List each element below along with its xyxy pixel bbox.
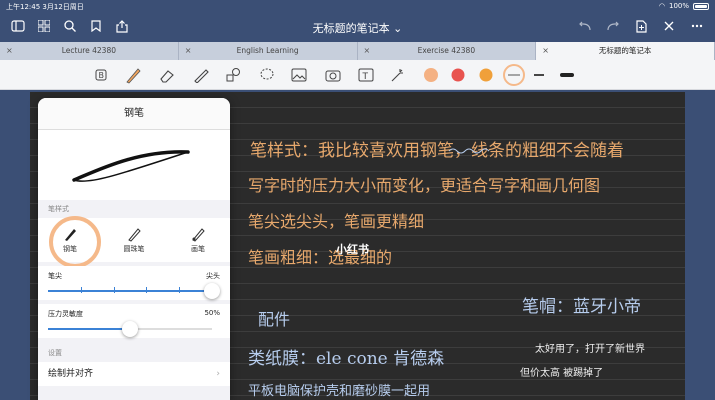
lasso-icon[interactable]	[258, 66, 276, 84]
note-line-4: 笔画粗细：选最细的	[248, 248, 393, 267]
panel-title: 钢笔	[38, 98, 230, 130]
close-icon[interactable]: ×	[6, 42, 13, 60]
close-icon[interactable]	[661, 18, 677, 34]
tab-lecture[interactable]: × Lecture 42380	[0, 42, 179, 60]
style-ballpoint-pen[interactable]: 圆珠笔	[111, 226, 157, 254]
style-brush-pen[interactable]: 画笔	[175, 226, 221, 254]
tab-english[interactable]: × English Learning	[179, 42, 358, 60]
color-swatch-peach[interactable]	[422, 66, 440, 84]
pressure-label: 压力灵敏度	[48, 310, 83, 318]
side-note-2: 但价太高 被踢掉了	[520, 368, 604, 379]
close-icon[interactable]: ×	[364, 42, 371, 60]
wifi-icon: ◠	[658, 2, 665, 10]
note-line-2: 写字时的压力大小而变化，更适合写字和画几何图	[248, 176, 601, 195]
accessories-label: 配件	[258, 310, 291, 329]
highlighter-icon[interactable]	[192, 66, 210, 84]
pressure-value: 50%	[204, 309, 220, 317]
color-swatch-orange[interactable]	[477, 66, 495, 84]
read-mode-icon[interactable]: B	[92, 66, 110, 84]
brush-pen-icon	[192, 228, 205, 242]
note-line-3: 笔尖选尖头，笔画更精细	[248, 212, 425, 231]
color-swatch-red[interactable]	[449, 66, 467, 84]
pressure-slider-row: 压力灵敏度 50%	[38, 304, 230, 338]
side-note-1: 太好用了，打开了新世界	[535, 344, 645, 355]
stroke-width-medium[interactable]	[530, 66, 548, 84]
style-fountain-pen[interactable]: 钢笔	[47, 216, 101, 268]
tip-slider-row: 笔尖 尖头	[38, 266, 230, 300]
status-bar: 上午12:45 3月12日周日 ◠ 100%	[0, 0, 715, 12]
tab-bar: × Lecture 42380 × English Learning × Exerci…	[0, 42, 715, 60]
stroke-width-thick[interactable]	[558, 66, 576, 84]
text-tool-icon[interactable]: T	[357, 66, 375, 84]
watermark: 小红书	[336, 243, 369, 256]
pressure-slider[interactable]	[48, 321, 212, 337]
shapes-icon[interactable]	[224, 66, 242, 84]
ballpoint-pen-icon	[128, 228, 141, 242]
svg-text:B: B	[99, 71, 105, 80]
image-icon[interactable]	[290, 66, 308, 84]
tab-exercise[interactable]: × Exercise 42380	[358, 42, 537, 60]
bottom-note: 平板电脑保护壳和磨砂膜一起用	[248, 384, 431, 399]
add-page-icon[interactable]	[633, 18, 649, 34]
eraser-icon[interactable]	[158, 66, 176, 84]
svg-text:T: T	[362, 72, 369, 82]
battery-percent: 100%	[668, 2, 689, 10]
laser-pointer-icon[interactable]	[389, 66, 407, 84]
pen-cap-note: 笔帽：蓝牙小帝	[522, 297, 641, 317]
pen-tool-icon[interactable]	[124, 66, 142, 84]
battery-icon	[693, 2, 709, 10]
close-icon[interactable]: ×	[542, 42, 549, 60]
status-time: 上午12:45 3月12日周日	[6, 3, 84, 11]
tip-slider-knob[interactable]	[204, 283, 220, 299]
paper-film-note: 类纸膜：ele cone 肯德森	[248, 349, 445, 369]
tab-current-notebook[interactable]: × 无标题的笔记本	[536, 42, 715, 60]
fountain-pen-icon	[65, 229, 76, 241]
close-icon[interactable]: ×	[185, 42, 192, 60]
tip-value: 尖头	[206, 272, 220, 280]
more-icon[interactable]	[689, 18, 705, 34]
note-line-1: 笔样式：我比较喜欢用钢笔，线条的粗细不会随着	[250, 141, 624, 161]
stroke-preview	[38, 130, 230, 200]
pen-style-selector: 钢笔 圆珠笔 画笔	[38, 216, 230, 268]
tip-slider[interactable]	[48, 283, 220, 299]
status-right: ◠ 100%	[659, 2, 709, 10]
chevron-right-icon: ›	[216, 369, 220, 379]
redo-icon[interactable]	[605, 18, 621, 34]
pen-style-label: 笔样式	[48, 205, 69, 213]
settings-label: 设置	[48, 349, 62, 357]
draw-and-snap-row[interactable]: 绘制并对齐 ›	[38, 362, 230, 386]
tip-label: 笔尖	[48, 272, 62, 280]
underline-mark	[448, 148, 490, 154]
pen-settings-panel: 钢笔 笔样式 钢笔 圆珠笔 画笔 笔尖 尖头 压力灵敏度 50% 设置 绘制并对…	[38, 98, 230, 400]
navigation-bar: 无标题的笔记本 ⌄	[0, 12, 715, 42]
pressure-slider-knob[interactable]	[122, 321, 138, 337]
stroke-width-thin[interactable]	[503, 64, 525, 86]
drawing-toolbar: B T	[0, 60, 715, 90]
camera-icon[interactable]	[324, 66, 342, 84]
undo-icon[interactable]	[577, 18, 593, 34]
